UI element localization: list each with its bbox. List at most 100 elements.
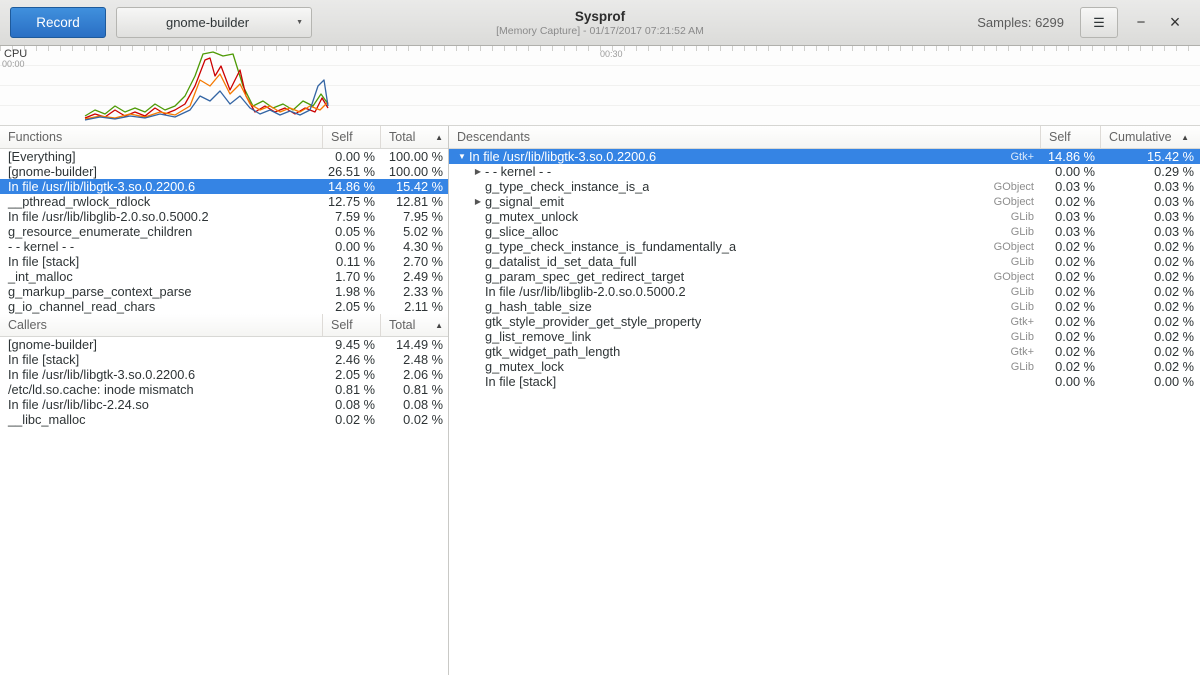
total-value: 0.81 % bbox=[380, 382, 448, 397]
tree-row[interactable]: g_hash_table_sizeGLib0.02 %0.02 % bbox=[449, 299, 1200, 314]
self-value: 0.02 % bbox=[1040, 254, 1100, 269]
capture-subtitle: [Memory Capture] - 01/17/2017 07:21:52 A… bbox=[496, 25, 704, 38]
app-title: Sysprof bbox=[575, 9, 625, 25]
table-row[interactable]: __libc_malloc0.02 %0.02 % bbox=[0, 412, 448, 427]
table-row[interactable]: /etc/ld.so.cache: inode mismatch0.81 %0.… bbox=[0, 382, 448, 397]
self-value: 0.00 % bbox=[1040, 164, 1100, 179]
cumulative-value: 0.29 % bbox=[1100, 164, 1200, 179]
total-value: 15.42 % bbox=[380, 179, 448, 194]
table-row[interactable]: In file /usr/lib/libglib-2.0.so.0.5000.2… bbox=[0, 209, 448, 224]
descendant-name: g_type_check_instance_is_a bbox=[485, 179, 649, 194]
tree-row[interactable]: g_param_spec_get_redirect_targetGObject0… bbox=[449, 269, 1200, 284]
callers-self-column-header[interactable]: Self bbox=[322, 314, 380, 336]
table-row[interactable]: [Everything]0.00 %100.00 % bbox=[0, 149, 448, 164]
total-value: 2.33 % bbox=[380, 284, 448, 299]
self-value: 2.46 % bbox=[322, 352, 380, 367]
library-badge: GObject bbox=[994, 271, 1040, 283]
descendants-header: Descendants Self Cumulative ▲ bbox=[449, 126, 1200, 149]
functions-total-column-header[interactable]: Total ▲ bbox=[380, 126, 448, 148]
callers-table: [gnome-builder]9.45 %14.49 %In file [sta… bbox=[0, 337, 448, 427]
header-right-group: Samples: 6299 ☰ − × bbox=[977, 7, 1190, 38]
total-value: 12.81 % bbox=[380, 194, 448, 209]
descendants-column-header[interactable]: Descendants bbox=[449, 126, 1040, 148]
descendant-name: g_type_check_instance_is_fundamentally_a bbox=[485, 239, 736, 254]
functions-column-header[interactable]: Functions bbox=[0, 126, 322, 148]
table-row[interactable]: In file [stack]0.11 %2.70 % bbox=[0, 254, 448, 269]
descendants-cumulative-column-header[interactable]: Cumulative ▲ bbox=[1100, 126, 1200, 148]
descendant-name: gtk_widget_path_length bbox=[485, 344, 620, 359]
self-value: 14.86 % bbox=[322, 179, 380, 194]
tree-row[interactable]: In file [stack]0.00 %0.00 % bbox=[449, 374, 1200, 389]
function-name: _int_malloc bbox=[0, 269, 322, 284]
cpu-graph[interactable]: CPU 00:00 00:30 bbox=[0, 46, 1200, 125]
tree-row[interactable]: ▶- - kernel - -0.00 %0.29 % bbox=[449, 164, 1200, 179]
tree-row[interactable]: g_type_check_instance_is_aGObject0.03 %0… bbox=[449, 179, 1200, 194]
main-content: Functions Self Total ▲ [Everything]0.00 … bbox=[0, 125, 1200, 675]
tree-row[interactable]: In file /usr/lib/libglib-2.0.so.0.5000.2… bbox=[449, 284, 1200, 299]
descendants-self-column-header[interactable]: Self bbox=[1040, 126, 1100, 148]
minimize-button[interactable]: − bbox=[1126, 8, 1156, 38]
window-title: Sysprof [Memory Capture] - 01/17/2017 07… bbox=[300, 0, 900, 46]
table-row[interactable]: [gnome-builder]9.45 %14.49 % bbox=[0, 337, 448, 352]
table-row[interactable]: _int_malloc1.70 %2.49 % bbox=[0, 269, 448, 284]
table-row[interactable]: g_io_channel_read_chars2.05 %2.11 % bbox=[0, 299, 448, 314]
cumulative-value: 0.03 % bbox=[1100, 224, 1200, 239]
table-row[interactable]: - - kernel - -0.00 %4.30 % bbox=[0, 239, 448, 254]
function-name: /etc/ld.so.cache: inode mismatch bbox=[0, 382, 322, 397]
self-value: 7.59 % bbox=[322, 209, 380, 224]
self-value: 2.05 % bbox=[322, 299, 380, 314]
expander-collapsed-icon[interactable]: ▶ bbox=[471, 167, 485, 176]
function-name: [gnome-builder] bbox=[0, 164, 322, 179]
total-value: 2.06 % bbox=[380, 367, 448, 382]
table-row[interactable]: __pthread_rwlock_rdlock12.75 %12.81 % bbox=[0, 194, 448, 209]
self-value: 0.03 % bbox=[1040, 224, 1100, 239]
self-value: 0.03 % bbox=[1040, 209, 1100, 224]
tree-row[interactable]: g_type_check_instance_is_fundamentally_a… bbox=[449, 239, 1200, 254]
tree-row[interactable]: gtk_style_provider_get_style_propertyGtk… bbox=[449, 314, 1200, 329]
function-name: __pthread_rwlock_rdlock bbox=[0, 194, 322, 209]
record-button[interactable]: Record bbox=[10, 7, 106, 38]
self-value: 14.86 % bbox=[1040, 149, 1100, 164]
expander-collapsed-icon[interactable]: ▶ bbox=[471, 197, 485, 206]
function-name: In file /usr/lib/libgtk-3.so.0.2200.6 bbox=[0, 179, 322, 194]
self-value: 9.45 % bbox=[322, 337, 380, 352]
callers-column-header[interactable]: Callers bbox=[0, 314, 322, 336]
functions-self-column-header[interactable]: Self bbox=[322, 126, 380, 148]
table-row[interactable]: In file /usr/lib/libgtk-3.so.0.2200.62.0… bbox=[0, 367, 448, 382]
library-badge: GLib bbox=[1011, 256, 1040, 268]
total-value: 7.95 % bbox=[380, 209, 448, 224]
close-button[interactable]: × bbox=[1160, 8, 1190, 38]
tree-row[interactable]: g_mutex_lockGLib0.02 %0.02 % bbox=[449, 359, 1200, 374]
target-selector-label: gnome-builder bbox=[125, 15, 290, 30]
self-value: 12.75 % bbox=[322, 194, 380, 209]
expander-expanded-icon[interactable]: ▼ bbox=[455, 152, 469, 161]
self-value: 0.08 % bbox=[322, 397, 380, 412]
functions-header: Functions Self Total ▲ bbox=[0, 126, 448, 149]
function-name: [Everything] bbox=[0, 149, 322, 164]
table-row[interactable]: [gnome-builder]26.51 %100.00 % bbox=[0, 164, 448, 179]
library-badge: GLib bbox=[1011, 286, 1040, 298]
hamburger-menu-button[interactable]: ☰ bbox=[1080, 7, 1118, 38]
table-row[interactable]: g_markup_parse_context_parse1.98 %2.33 % bbox=[0, 284, 448, 299]
callers-total-column-header[interactable]: Total ▲ bbox=[380, 314, 448, 336]
total-value: 0.08 % bbox=[380, 397, 448, 412]
descendant-name: In file /usr/lib/libgtk-3.so.0.2200.6 bbox=[469, 149, 656, 164]
table-row[interactable]: In file /usr/lib/libgtk-3.so.0.2200.614.… bbox=[0, 179, 448, 194]
table-row[interactable]: In file [stack]2.46 %2.48 % bbox=[0, 352, 448, 367]
total-value: 14.49 % bbox=[380, 337, 448, 352]
function-name: g_resource_enumerate_children bbox=[0, 224, 322, 239]
tree-row[interactable]: ▼In file /usr/lib/libgtk-3.so.0.2200.6Gt… bbox=[449, 149, 1200, 164]
table-row[interactable]: In file /usr/lib/libc-2.24.so0.08 %0.08 … bbox=[0, 397, 448, 412]
tree-row[interactable]: g_list_remove_linkGLib0.02 %0.02 % bbox=[449, 329, 1200, 344]
target-selector-dropdown[interactable]: gnome-builder ▼ bbox=[116, 7, 312, 38]
table-row[interactable]: g_resource_enumerate_children0.05 %5.02 … bbox=[0, 224, 448, 239]
descendant-name: In file /usr/lib/libglib-2.0.so.0.5000.2 bbox=[485, 284, 686, 299]
self-value: 26.51 % bbox=[322, 164, 380, 179]
self-value: 0.02 % bbox=[1040, 329, 1100, 344]
tree-row[interactable]: g_mutex_unlockGLib0.03 %0.03 % bbox=[449, 209, 1200, 224]
tree-row[interactable]: ▶g_signal_emitGObject0.02 %0.03 % bbox=[449, 194, 1200, 209]
tree-row[interactable]: g_datalist_id_set_data_fullGLib0.02 %0.0… bbox=[449, 254, 1200, 269]
tree-row[interactable]: gtk_widget_path_lengthGtk+0.02 %0.02 % bbox=[449, 344, 1200, 359]
function-name: In file [stack] bbox=[0, 254, 322, 269]
tree-row[interactable]: g_slice_allocGLib0.03 %0.03 % bbox=[449, 224, 1200, 239]
